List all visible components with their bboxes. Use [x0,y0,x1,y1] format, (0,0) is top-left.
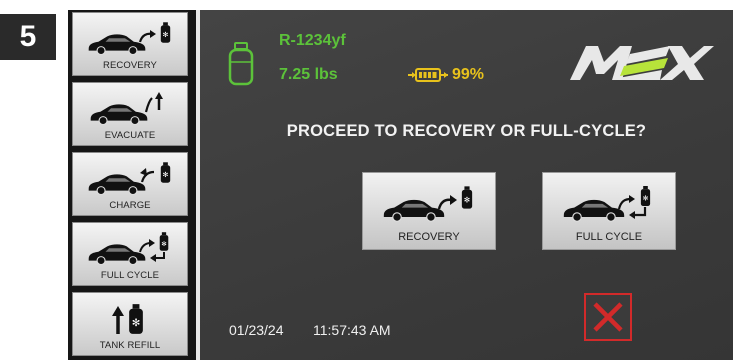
sidebar-item-label: CHARGE [109,200,151,211]
sidebar: RECOVERY EVACUATE CHARGE FULL CYCLE TANK… [68,10,198,360]
full-cycle-button[interactable]: FULL CYCLE [542,172,676,250]
sidebar-item-label: RECOVERY [103,60,157,71]
recovery-button[interactable]: RECOVERY [362,172,496,250]
sidebar-item-recovery[interactable]: RECOVERY [72,12,188,76]
device-frame: RECOVERY EVACUATE CHARGE FULL CYCLE TANK… [68,10,733,360]
car-charge-icon [88,162,171,195]
battery-percentage: 99% [452,66,485,83]
sidebar-item-charge[interactable]: CHARGE [72,152,188,216]
car-full-cycle-icon [563,186,651,222]
sidebar-item-label: FULL CYCLE [100,270,160,281]
close-icon [593,302,623,332]
tank-refill-icon [112,304,143,334]
refrigerant-weight: 7.25 lbs [279,66,338,83]
refrigerant-type: R-1234yf [279,32,346,49]
sidebar-item-full-cycle[interactable]: FULL CYCLE [72,222,188,286]
step-number-badge: 5 [0,14,56,60]
car-recovery-icon [88,22,171,55]
sidebar-item-label: TANK REFILL [99,340,161,351]
recovery-button-label: RECOVERY [398,231,460,243]
sidebar-item-label: EVACUATE [104,130,156,141]
full-cycle-button-label: FULL CYCLE [575,231,643,243]
sidebar-item-evacuate[interactable]: EVACUATE [72,82,188,146]
date-display: 01/23/24 [229,322,284,338]
car-full-cycle-icon [88,232,169,265]
time-display: 11:57:43 AM [313,322,391,338]
car-evacuate-icon [90,92,163,125]
prompt-question: PROCEED TO RECOVERY OR FULL-CYCLE? [286,122,647,140]
main-screen: R-1234yf 7.25 lbs 99% PROCEED TO RECOVER… [200,10,733,360]
battery-icon [408,68,448,82]
msx-logo [570,46,714,80]
car-recovery-icon [383,186,473,222]
refrigerant-tank-icon [228,42,254,86]
cancel-button[interactable] [584,293,632,341]
sidebar-item-tank-refill[interactable]: TANK REFILL [72,292,188,356]
